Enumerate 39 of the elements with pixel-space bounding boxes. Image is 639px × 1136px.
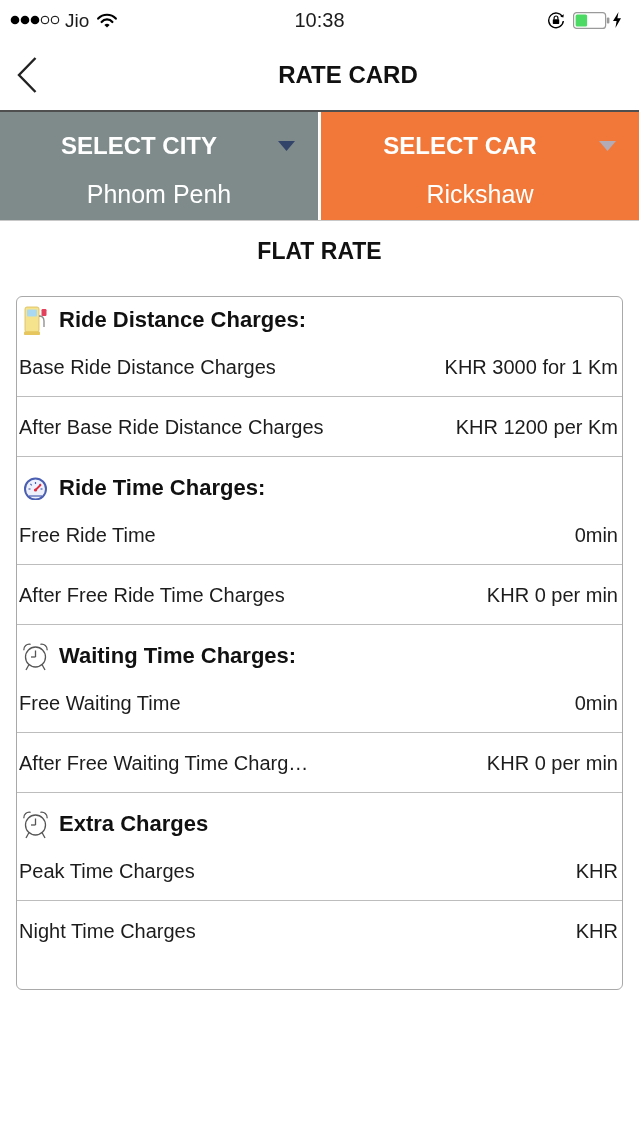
charge-label: Free Ride Time — [19, 522, 156, 547]
section-title: Ride Time Charges: — [59, 477, 266, 499]
alarm-clock-icon — [22, 641, 49, 671]
charge-value: KHR 1200 per Km — [455, 414, 618, 439]
charge-value: KHR — [575, 858, 618, 883]
wifi-icon — [97, 12, 118, 28]
charging-bolt-icon — [613, 12, 621, 28]
charge-value: 0min — [574, 522, 618, 547]
dropdown-button[interactable]: SELECT CITY Phnom Penh — [0, 112, 318, 220]
section-title: Ride Distance Charges: — [59, 309, 306, 331]
section-title: Extra Charges — [59, 813, 209, 835]
charge-value: KHR 3000 for 1 Km — [444, 354, 618, 379]
rate-type-heading: FLAT RATE — [257, 239, 382, 263]
section-title: Waiting Time Charges: — [59, 645, 297, 667]
charge-label: After Free Waiting Time Charg… — [19, 750, 309, 775]
fuel-pump-icon — [24, 305, 47, 335]
charge-label: Night Time Charges — [19, 919, 196, 943]
page-title: RATE CARD — [278, 63, 418, 87]
speedometer-icon — [23, 476, 48, 500]
chevron-left-icon — [17, 57, 37, 93]
charge-label: Free Waiting Time — [19, 690, 181, 715]
signal-icon — [10, 15, 60, 25]
dropdown-button[interactable]: SELECT CAR Rickshaw — [321, 112, 639, 220]
charge-value: 0min — [574, 690, 618, 715]
charge-label: After Base Ride Distance Charges — [19, 414, 324, 439]
back-button[interactable] — [17, 57, 37, 93]
charge-value: KHR — [575, 919, 618, 943]
charge-value: KHR 0 per min — [486, 582, 618, 607]
status-time: 10:38 — [294, 10, 345, 30]
caret-down-icon — [599, 141, 616, 151]
caret-down-icon — [278, 141, 295, 151]
charge-label: Base Ride Distance Charges — [19, 354, 276, 379]
charge-label: After Free Ride Time Charges — [19, 582, 285, 607]
charge-label: Peak Time Charges — [19, 858, 195, 883]
charge-value: KHR 0 per min — [486, 750, 618, 775]
alarm-clock-icon — [22, 809, 49, 839]
carrier-name: Jio — [65, 10, 90, 30]
orientation-lock-icon — [547, 11, 565, 29]
battery-icon — [573, 11, 610, 29]
